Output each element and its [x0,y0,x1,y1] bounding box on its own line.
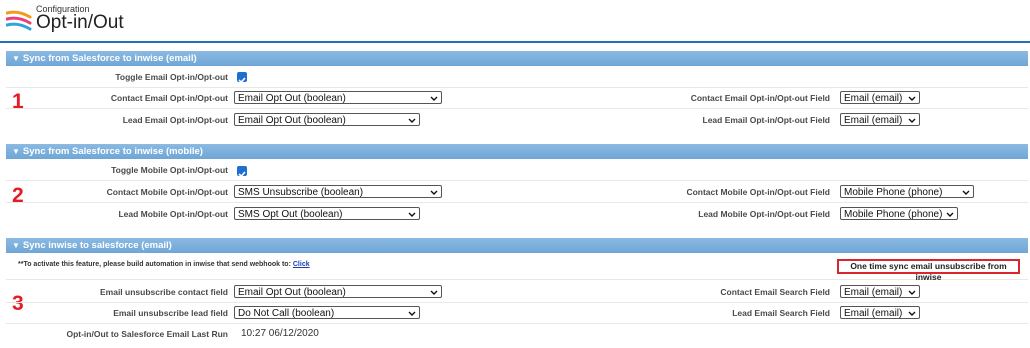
chevron-down-icon [430,290,438,295]
select-value: SMS Opt Out (boolean) [238,209,343,220]
contact-mobile-label: Contact Mobile Opt-in/Opt-out [106,187,228,197]
chevron-down-icon [908,96,916,101]
select-value: Mobile Phone (phone) [844,209,943,220]
contact-email-search-select[interactable]: Email (email) [840,285,920,298]
webhook-click-link[interactable]: Click [293,261,310,268]
contact-email-label: Contact Email Opt-in/Opt-out [110,93,228,103]
section-header-inwise-to-salesforce[interactable]: ▼ Sync inwise to salesforce (email) [6,238,1028,253]
email-unsubscribe-contact-select[interactable]: Email Opt Out (boolean) [234,285,442,298]
select-value: Email (email) [844,308,903,319]
checkmark-icon [238,77,246,84]
email-unsubscribe-lead-label: Email unsubscribe lead field [113,308,228,318]
select-value: Mobile Phone (phone) [844,187,943,198]
chevron-down-icon [962,190,970,195]
toggle-email-row: Toggle Email Opt-in/Opt-out [6,67,1028,88]
chevron-down-icon [408,118,416,123]
contact-email-field-select[interactable]: Email (email) [840,91,920,104]
chevron-down-icon [946,212,954,217]
contact-email-field-label: Contact Email Opt-in/Opt-out Field [690,93,830,103]
inwise-logo-icon [6,10,32,31]
section-title: Sync inwise to salesforce (email) [22,240,172,251]
lead-email-label: Lead Email Opt-in/Opt-out [122,115,228,125]
select-value: Email (email) [844,287,903,298]
email-unsubscribe-contact-label: Email unsubscribe contact field [99,287,228,297]
chevron-down-icon [430,96,438,101]
contact-email-select[interactable]: Email Opt Out (boolean) [234,91,442,104]
lead-email-row: Lead Email Opt-in/Opt-out Email Opt Out … [6,110,1028,130]
lead-mobile-label: Lead Mobile Opt-in/Opt-out [118,209,228,219]
section-header-mobile[interactable]: ▼ Sync from Salesforce to inwise (mobile) [6,144,1028,159]
lead-email-field-select[interactable]: Email (email) [840,113,920,126]
lead-email-search-label: Lead Email Search Field [732,308,830,318]
select-value: Email Opt Out (boolean) [238,115,346,126]
select-value: Email Opt Out (boolean) [238,287,346,298]
webhook-note: **To activate this feature, please build… [18,255,310,275]
contact-email-row: Contact Email Opt-in/Opt-out Email Opt O… [6,88,1028,109]
lead-mobile-row: Lead Mobile Opt-in/Opt-out SMS Opt Out (… [6,204,1028,224]
lead-mobile-select[interactable]: SMS Opt Out (boolean) [234,207,420,220]
checkmark-icon [238,171,246,178]
lead-email-search-select[interactable]: Email (email) [840,306,920,319]
chevron-down-icon [908,290,916,295]
email-unsubscribe-lead-select[interactable]: Do Not Call (boolean) [234,306,420,319]
lead-email-select[interactable]: Email Opt Out (boolean) [234,113,420,126]
section-title: Sync from Salesforce to inwise (mobile) [22,146,203,157]
chevron-down-icon [408,212,416,217]
contact-mobile-field-label: Contact Mobile Opt-in/Opt-out Field [686,187,830,197]
contact-email-search-label: Contact Email Search Field [720,287,830,297]
last-run-value: 10:27 06/12/2020 [241,328,319,339]
toggle-email-checkbox[interactable] [237,72,247,84]
chevron-down-icon [408,311,416,316]
email-unsubscribe-lead-row: Email unsubscribe lead field Do Not Call… [6,303,1028,324]
page-header: Configuration Opt-in/Out [0,0,1030,42]
chevron-down-icon [430,190,438,195]
contact-mobile-select[interactable]: SMS Unsubscribe (boolean) [234,185,442,198]
select-value: Email (email) [844,115,903,126]
one-time-sync-button[interactable]: One time sync email unsubscribe from inw… [837,259,1020,282]
section-title: Sync from Salesforce to inwise (email) [22,53,197,64]
lead-mobile-field-label: Lead Mobile Opt-in/Opt-out Field [698,209,830,219]
triangle-down-icon[interactable]: ▼ [12,241,20,250]
select-value: SMS Unsubscribe (boolean) [238,187,364,198]
lead-email-field-label: Lead Email Opt-in/Opt-out Field [702,115,831,125]
toggle-email-label: Toggle Email Opt-in/Opt-out [115,72,228,82]
toggle-mobile-label: Toggle Mobile Opt-in/Opt-out [111,165,228,175]
select-value: Do Not Call (boolean) [238,308,335,319]
triangle-down-icon[interactable]: ▼ [12,54,20,63]
contact-mobile-row: Contact Mobile Opt-in/Opt-out SMS Unsubs… [6,182,1028,203]
page-title: Opt-in/Out [36,12,124,33]
email-unsubscribe-contact-row: Email unsubscribe contact field Email Op… [6,282,1028,303]
select-value: Email (email) [844,93,903,104]
triangle-down-icon[interactable]: ▼ [12,147,20,156]
last-run-row: Opt-in/Out to Salesforce Email Last Run … [6,324,1028,344]
select-value: Email Opt Out (boolean) [238,93,346,104]
lead-mobile-field-select[interactable]: Mobile Phone (phone) [840,207,958,220]
toggle-mobile-checkbox[interactable] [237,166,247,178]
header-divider [0,41,1030,43]
last-run-label: Opt-in/Out to Salesforce Email Last Run [66,329,228,339]
toggle-mobile-row: Toggle Mobile Opt-in/Opt-out [6,160,1028,181]
contact-mobile-field-select[interactable]: Mobile Phone (phone) [840,185,974,198]
webhook-note-text: **To activate this feature, please build… [18,261,291,268]
chevron-down-icon [908,118,916,123]
section-header-email[interactable]: ▼ Sync from Salesforce to inwise (email) [6,51,1028,66]
chevron-down-icon [908,311,916,316]
